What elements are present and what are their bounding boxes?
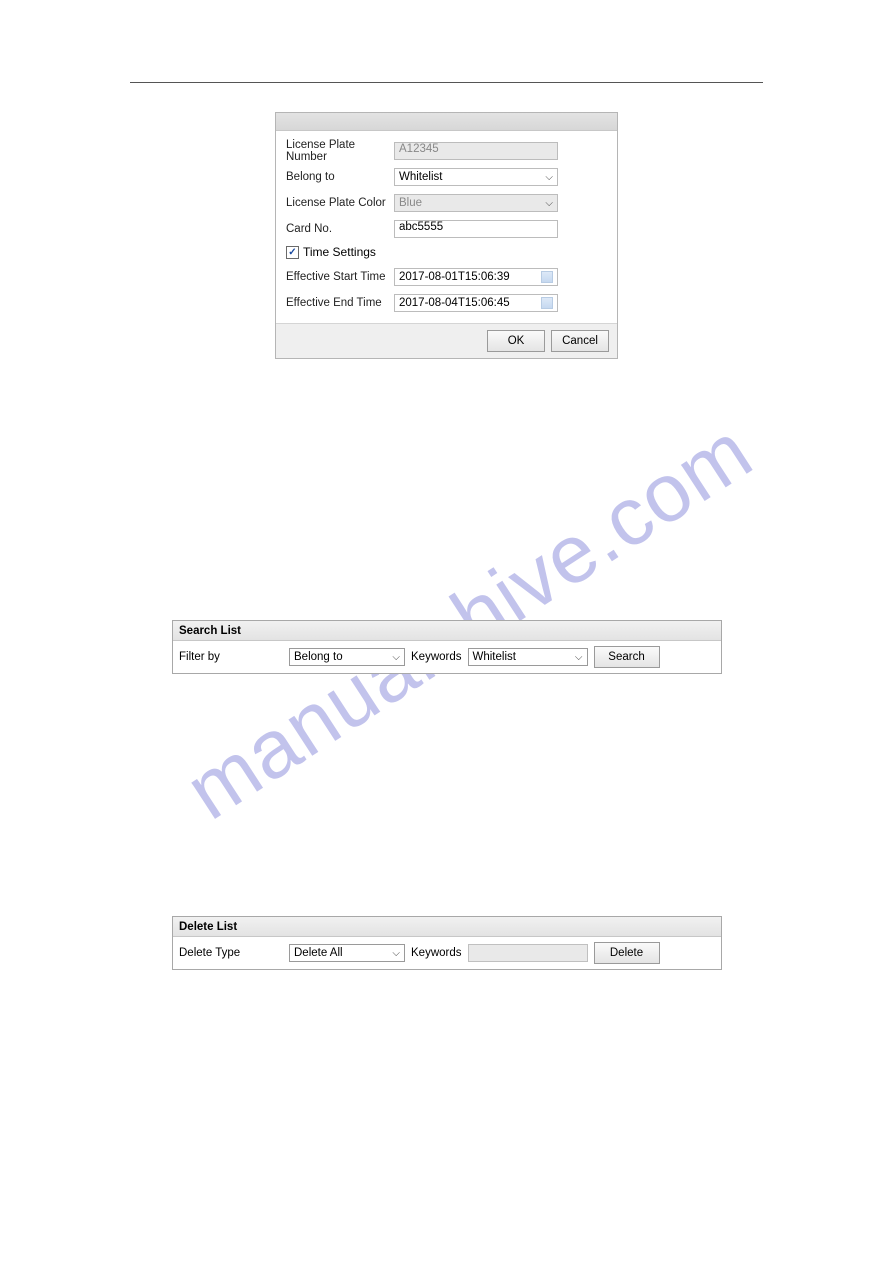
edit-dialog: License Plate Number A12345 Belong to Wh… xyxy=(275,112,618,359)
start-time-label: Effective Start Time xyxy=(286,271,394,283)
start-time-input[interactable]: 2017-08-01T15:06:39 xyxy=(394,268,558,286)
delete-type-value: Delete All xyxy=(294,947,343,959)
end-time-input[interactable]: 2017-08-04T15:06:45 xyxy=(394,294,558,312)
search-keywords-value: Whitelist xyxy=(473,651,516,663)
search-button[interactable]: Search xyxy=(594,646,660,668)
search-keywords-label: Keywords xyxy=(411,651,462,663)
dialog-body: License Plate Number A12345 Belong to Wh… xyxy=(276,131,617,323)
chevron-down-icon: ⌵ xyxy=(545,198,553,209)
start-time-value: 2017-08-01T15:06:39 xyxy=(399,271,510,283)
delete-button[interactable]: Delete xyxy=(594,942,660,964)
dialog-footer: OK Cancel xyxy=(276,323,617,358)
search-keywords-select[interactable]: Whitelist ⌵ xyxy=(468,648,588,666)
search-list-panel: Search List Filter by Belong to ⌵ Keywor… xyxy=(172,620,722,674)
belong-to-value: Whitelist xyxy=(399,171,442,183)
time-settings-checkbox[interactable]: ✓ xyxy=(286,246,299,259)
end-time-label: Effective End Time xyxy=(286,297,394,309)
belong-to-select[interactable]: Whitelist ⌵ xyxy=(394,168,558,186)
card-no-label: Card No. xyxy=(286,223,394,235)
filter-by-select[interactable]: Belong to ⌵ xyxy=(289,648,405,666)
time-settings-label: Time Settings xyxy=(303,245,376,259)
cancel-button[interactable]: Cancel xyxy=(551,330,609,352)
delete-list-panel: Delete List Delete Type Delete All ⌵ Key… xyxy=(172,916,722,970)
plate-color-select[interactable]: Blue ⌵ xyxy=(394,194,558,212)
delete-keywords-label: Keywords xyxy=(411,947,462,959)
calendar-icon[interactable] xyxy=(541,271,553,283)
delete-type-select[interactable]: Delete All ⌵ xyxy=(289,944,405,962)
license-plate-label: License Plate Number xyxy=(286,139,394,163)
chevron-down-icon: ⌵ xyxy=(575,652,583,663)
plate-color-label: License Plate Color xyxy=(286,197,394,209)
delete-keywords-input[interactable] xyxy=(468,944,588,962)
chevron-down-icon: ⌵ xyxy=(545,172,553,183)
delete-list-title: Delete List xyxy=(173,917,721,937)
belong-to-label: Belong to xyxy=(286,171,394,183)
search-list-title: Search List xyxy=(173,621,721,641)
filter-by-label: Filter by xyxy=(179,651,283,663)
card-no-input[interactable]: abc5555 xyxy=(394,220,558,238)
chevron-down-icon: ⌵ xyxy=(392,948,400,959)
ok-button[interactable]: OK xyxy=(487,330,545,352)
page-divider xyxy=(130,82,763,83)
calendar-icon[interactable] xyxy=(541,297,553,309)
filter-by-value: Belong to xyxy=(294,651,343,663)
delete-type-label: Delete Type xyxy=(179,947,283,959)
end-time-value: 2017-08-04T15:06:45 xyxy=(399,297,510,309)
dialog-titlebar xyxy=(276,113,617,131)
license-plate-input[interactable]: A12345 xyxy=(394,142,558,160)
chevron-down-icon: ⌵ xyxy=(392,652,400,663)
plate-color-value: Blue xyxy=(399,197,422,209)
